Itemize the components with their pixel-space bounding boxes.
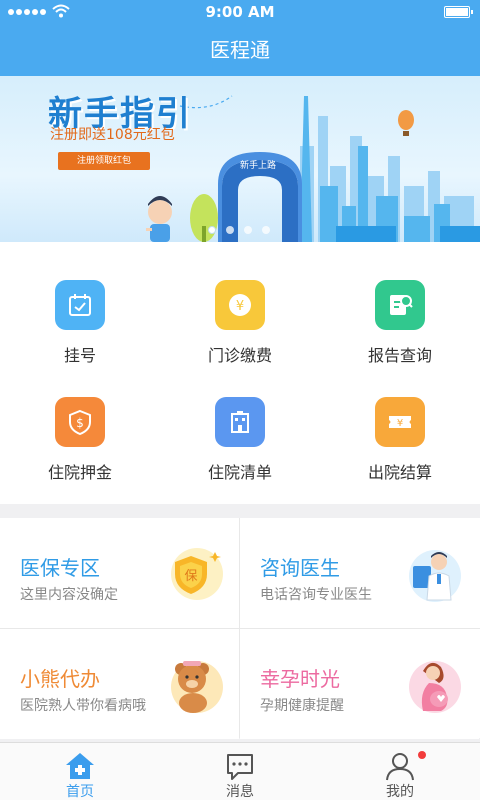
card-bear-agent[interactable]: 小熊代办 医院熟人带你看病哦 <box>0 629 239 739</box>
bottom-tab-bar: 首页 消息 我的 <box>0 742 480 800</box>
card-divider <box>0 628 480 629</box>
carousel-indicator[interactable] <box>208 226 270 234</box>
home-icon <box>66 753 94 779</box>
tab-label: 消息 <box>226 784 254 800</box>
banner-gate-label: 新手上路 <box>240 161 277 171</box>
calendar-check-icon <box>55 280 105 330</box>
card-title: 小熊代办 <box>20 667 100 691</box>
service-outpatient-payment[interactable]: ¥ 门诊缴费 <box>160 280 320 390</box>
yen-shield-icon: $ <box>55 397 105 447</box>
message-icon <box>227 754 253 780</box>
feature-cards: 医保专区 这里内容没确定 保 咨询医生 电话咨询专业医生 小熊代办 医院熟人带你… <box>0 518 480 739</box>
card-desc: 医院熟人带你看病哦 <box>20 698 146 714</box>
notification-badge <box>418 751 426 759</box>
page-title: 医程通 <box>0 24 480 76</box>
promo-banner[interactable]: 新手指引 注册即送108元红包 注册领取红包 新手上路 <box>0 76 480 242</box>
carousel-dot[interactable] <box>226 226 234 234</box>
card-medical-insurance[interactable]: 医保专区 这里内容没确定 保 <box>0 518 239 628</box>
service-label: 住院押金 <box>47 463 112 482</box>
carousel-dot[interactable] <box>244 226 252 234</box>
service-label: 出院结算 <box>367 463 432 482</box>
card-title: 幸孕时光 <box>260 667 340 691</box>
svg-text:$: $ <box>76 416 84 430</box>
carousel-dot[interactable] <box>262 226 270 234</box>
service-label: 住院清单 <box>207 463 272 482</box>
tab-label: 我的 <box>386 784 414 800</box>
svg-text:保: 保 <box>184 569 197 584</box>
service-registration[interactable]: 挂号 <box>0 280 160 390</box>
service-discharge-settlement[interactable]: ¥ 出院结算 <box>320 397 480 507</box>
doctor-icon <box>409 550 461 602</box>
svg-text:¥: ¥ <box>236 299 244 314</box>
hospital-building-icon <box>215 397 265 447</box>
service-label: 报告查询 <box>367 346 432 365</box>
service-grid: 挂号 ¥ 门诊缴费 报告查询 $ 住院押金 住院清单 ¥ 出院结算 <box>0 242 480 504</box>
tab-home[interactable]: 首页 <box>0 743 160 800</box>
card-title: 医保专区 <box>20 556 100 580</box>
card-desc: 电话咨询专业医生 <box>260 587 372 603</box>
banner-subtitle: 注册即送108元红包 <box>50 127 175 143</box>
bear-icon <box>171 661 223 713</box>
yen-ticket-icon: ¥ <box>375 397 425 447</box>
service-report-query[interactable]: 报告查询 <box>320 280 480 390</box>
insurance-shield-icon: 保 <box>171 548 223 600</box>
battery-icon <box>444 6 473 18</box>
service-label: 门诊缴费 <box>207 346 272 365</box>
tab-mine[interactable]: 我的 <box>320 743 480 800</box>
service-label: 挂号 <box>63 346 96 365</box>
service-inpatient-list[interactable]: 住院清单 <box>160 397 320 507</box>
card-consult-doctor[interactable]: 咨询医生 电话咨询专业医生 <box>240 518 479 628</box>
card-desc: 这里内容没确定 <box>20 587 118 603</box>
card-pregnancy-time[interactable]: 幸孕时光 孕期健康提醒 <box>240 629 479 739</box>
register-redpacket-button[interactable]: 注册领取红包 <box>58 152 150 170</box>
svg-text:¥: ¥ <box>397 418 403 429</box>
tab-messages[interactable]: 消息 <box>160 743 320 800</box>
report-search-icon <box>375 280 425 330</box>
pregnant-woman-icon <box>409 661 461 713</box>
status-time: 9:00 AM <box>205 3 275 21</box>
profile-icon <box>386 753 414 781</box>
card-desc: 孕期健康提醒 <box>260 698 344 714</box>
status-bar: 9:00 AM <box>0 0 480 24</box>
service-inpatient-deposit[interactable]: $ 住院押金 <box>0 397 160 507</box>
carousel-dot[interactable] <box>208 226 216 234</box>
tab-label: 首页 <box>66 784 94 800</box>
card-title: 咨询医生 <box>260 556 340 580</box>
yen-coin-icon: ¥ <box>215 280 265 330</box>
